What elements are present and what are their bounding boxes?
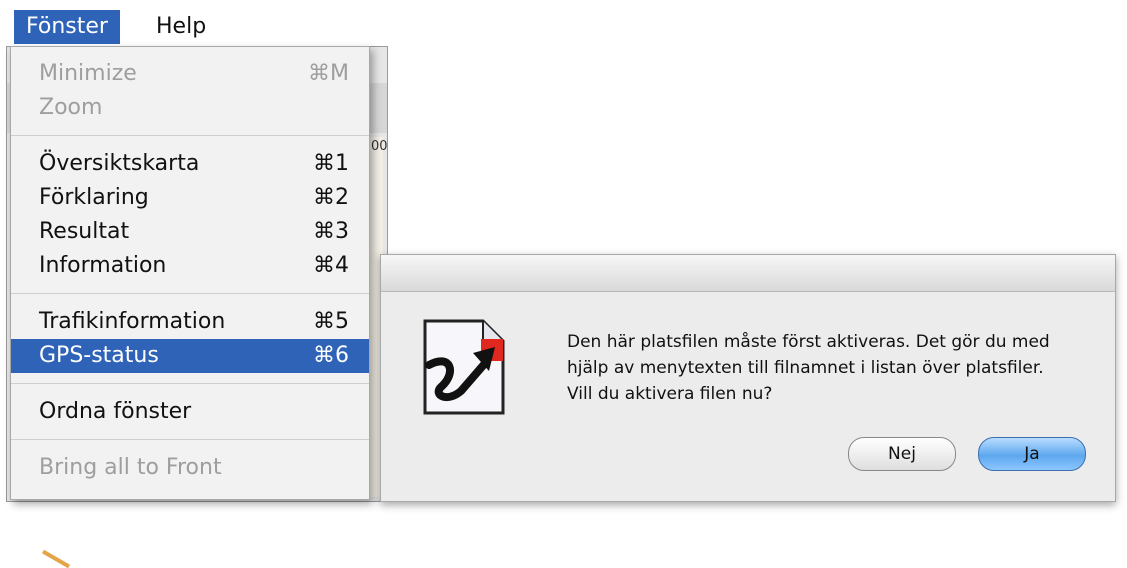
menu-item-shortcut: ⌘6 xyxy=(313,343,349,368)
window-menu-dropdown: Minimize ⌘M Zoom Översiktskarta ⌘1 Förkl… xyxy=(10,46,370,500)
no-button[interactable]: Nej xyxy=(848,437,956,471)
menu-item-information[interactable]: Information ⌘4 xyxy=(11,249,369,283)
dialog-titlebar xyxy=(381,255,1115,292)
menu-item-shortcut: ⌘5 xyxy=(313,309,349,334)
menu-item-oversiktskarta[interactable]: Översiktskarta ⌘1 xyxy=(11,147,369,181)
menu-item-label: Trafikinformation xyxy=(39,309,226,334)
menu-item-shortcut: ⌘M xyxy=(308,61,349,86)
menu-item-forklaring[interactable]: Förklaring ⌘2 xyxy=(11,181,369,215)
menu-separator xyxy=(11,439,369,440)
menu-item-label: Zoom xyxy=(39,95,103,120)
menu-fonster[interactable]: Fönster xyxy=(14,10,120,44)
map-scale-label: 00 xyxy=(371,139,388,154)
map-road xyxy=(42,549,70,568)
menu-item-label: Minimize xyxy=(39,61,137,86)
map-file-arrow-icon xyxy=(423,319,505,415)
menu-item-minimize[interactable]: Minimize ⌘M xyxy=(11,57,369,91)
menu-item-label: Bring all to Front xyxy=(39,455,222,480)
menu-item-label: Resultat xyxy=(39,219,130,244)
menu-item-zoom[interactable]: Zoom xyxy=(11,91,369,125)
menu-item-label: Ordna fönster xyxy=(39,399,192,424)
menu-item-shortcut: ⌘1 xyxy=(313,151,349,176)
menu-separator xyxy=(11,135,369,136)
yes-button[interactable]: Ja xyxy=(978,437,1086,471)
menu-item-shortcut: ⌘3 xyxy=(313,219,349,244)
menu-item-bring-all-to-front[interactable]: Bring all to Front xyxy=(11,451,369,485)
activate-file-dialog: Den här platsfilen måste först aktiveras… xyxy=(380,254,1116,502)
menu-item-ordna-fonster[interactable]: Ordna fönster xyxy=(11,395,369,429)
menu-item-label: Översiktskarta xyxy=(39,151,200,176)
menu-item-label: Information xyxy=(39,253,167,278)
menu-separator xyxy=(11,383,369,384)
menu-item-label: Förklaring xyxy=(39,185,149,210)
menu-item-gps-status[interactable]: GPS-status ⌘6 xyxy=(11,339,369,373)
menu-bar: Fönster Help xyxy=(0,0,380,46)
menu-separator xyxy=(11,293,369,294)
menu-item-shortcut: ⌘4 xyxy=(313,253,349,278)
dialog-message: Den här platsfilen måste först aktiveras… xyxy=(567,332,1050,404)
menu-help[interactable]: Help xyxy=(144,10,218,44)
menu-item-resultat[interactable]: Resultat ⌘3 xyxy=(11,215,369,249)
menu-item-label: GPS-status xyxy=(39,343,159,368)
menu-item-trafikinformation[interactable]: Trafikinformation ⌘5 xyxy=(11,305,369,339)
menu-item-shortcut: ⌘2 xyxy=(313,185,349,210)
